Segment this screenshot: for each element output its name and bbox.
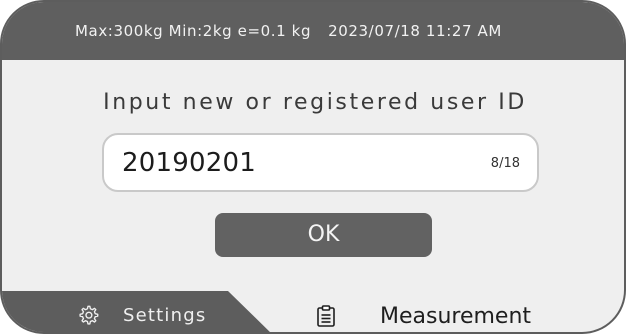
tab-settings[interactable]: Settings: [2, 291, 274, 332]
clipboard-icon: [317, 305, 335, 327]
user-id-value: 20190201: [122, 148, 256, 178]
prompt-text: Input new or registered user ID: [103, 90, 527, 115]
ok-button[interactable]: OK: [215, 213, 432, 257]
character-counter: 8/18: [490, 156, 520, 171]
scale-specs: Max:300kg Min:2kg e=0.1 kg: [75, 22, 312, 40]
tab-measurement-label: Measurement: [380, 304, 532, 329]
date-time: 2023/07/18 11:27 AM: [328, 22, 502, 40]
status-bar: Max:300kg Min:2kg e=0.1 kg 2023/07/18 11:…: [2, 2, 624, 60]
tab-settings-label: Settings: [123, 305, 207, 326]
tab-measurement[interactable]: Measurement: [274, 291, 624, 332]
user-id-input[interactable]: 20190201 8/18: [102, 133, 539, 192]
gear-icon: [79, 305, 99, 325]
device-screen: Max:300kg Min:2kg e=0.1 kg 2023/07/18 11:…: [0, 0, 626, 334]
